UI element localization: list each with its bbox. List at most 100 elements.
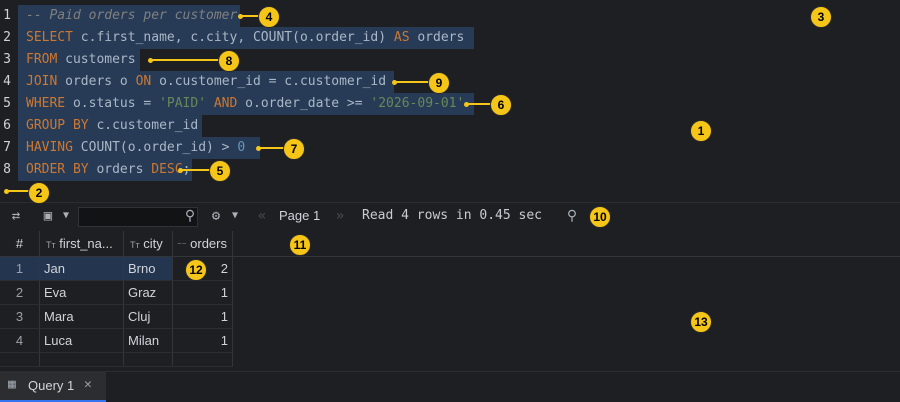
annotation-leader-line xyxy=(150,59,228,61)
empty-cell xyxy=(124,353,173,367)
editor-line[interactable]: 7 HAVING COUNT(o.order_id) > 0 xyxy=(0,137,900,159)
line-number: 6 xyxy=(3,118,11,133)
annotation-badge: 11 xyxy=(289,234,311,256)
tab-label: Query 1 xyxy=(28,378,75,393)
code-text: -- Paid orders per customer xyxy=(26,5,237,27)
row-number[interactable]: 3 xyxy=(0,305,40,329)
empty-cell xyxy=(173,353,233,367)
code-token: '2026-09-01' xyxy=(370,96,465,111)
column-header-first-name[interactable]: Tт first_na... xyxy=(40,231,124,257)
row-number[interactable]: 2 xyxy=(0,281,40,305)
code-token: orders o xyxy=(65,74,136,89)
code-token: AS xyxy=(393,30,418,45)
code-text: FROM customers xyxy=(26,49,136,71)
sql-editor[interactable]: 1 -- Paid orders per customer 2 SELECT c.fi… xyxy=(0,0,900,200)
chevron-down-icon[interactable]: ▼ xyxy=(225,206,245,226)
code-token: ON xyxy=(135,74,160,89)
annotation-badge: 4 xyxy=(258,6,280,28)
cell-orders[interactable]: 1 xyxy=(173,329,233,353)
result-toolbar: ⇄ ▣ ▼ ⚲ ⚙ ▼ « Page 1 » Read 4 rows in 0.… xyxy=(0,202,900,229)
column-header-orders[interactable]: ⁻⁻ orders xyxy=(173,231,233,257)
column-label: first_na... xyxy=(59,236,113,251)
code-token: -- Paid orders per customer xyxy=(26,8,238,23)
code-token: ORDER BY xyxy=(26,162,97,177)
code-text: GROUP BY c.customer_id xyxy=(26,115,198,137)
editor-line[interactable]: 2 SELECT c.first_name, c.city, COUNT(o.or… xyxy=(0,27,900,49)
cell-city[interactable]: Milan xyxy=(124,329,173,353)
code-token: WHERE xyxy=(26,96,73,111)
editor-line[interactable]: 4 JOIN orders o ON o.customer_id = c.cust… xyxy=(0,71,900,93)
line-number: 4 xyxy=(3,74,11,89)
row-number[interactable]: 4 xyxy=(0,329,40,353)
line-number: 8 xyxy=(3,162,11,177)
annotation-badge: 9 xyxy=(428,72,450,94)
page-label: Page 1 xyxy=(279,208,321,223)
code-token: c.first_name, c.city, COUNT(o.order_id) xyxy=(80,30,394,45)
editor-line[interactable]: 5 WHERE o.status = 'PAID' AND o.order_dat… xyxy=(0,93,900,115)
code-token: c.customer_id xyxy=(96,118,199,133)
code-token: orders xyxy=(417,30,465,45)
number-type-icon: ⁻⁻ xyxy=(177,240,187,250)
code-token: GROUP BY xyxy=(26,118,97,133)
editor-line[interactable]: 3 FROM customers xyxy=(0,49,900,71)
row-number[interactable]: 1 xyxy=(0,257,40,281)
annotation-badge: 5 xyxy=(209,160,231,182)
code-token: 'PAID' xyxy=(159,96,214,111)
result-grid: # Tт first_na... Tт city ⁻⁻ orders 1 Jan B… xyxy=(0,231,900,371)
tab-query-1[interactable]: ▦ Query 1 ✕ xyxy=(0,372,106,402)
chevron-down-icon[interactable]: ▼ xyxy=(56,206,76,226)
annotation-badge: 12 xyxy=(185,259,207,281)
column-header-city[interactable]: Tт city xyxy=(124,231,173,257)
line-number: 7 xyxy=(3,140,11,155)
cell-first-name[interactable]: Luca xyxy=(40,329,124,353)
cell-orders[interactable]: 1 xyxy=(173,281,233,305)
code-token: AND xyxy=(213,96,246,111)
code-token: o.customer_id = c.customer_id xyxy=(159,74,387,89)
next-page-icon[interactable]: » xyxy=(330,206,350,226)
cell-city[interactable]: Graz xyxy=(124,281,173,305)
annotation-badge: 3 xyxy=(810,6,832,28)
code-token: COUNT(o.order_id) > xyxy=(80,140,238,155)
search-icon[interactable]: ⚲ xyxy=(180,206,200,226)
annotation-badge: 2 xyxy=(28,182,50,204)
code-token: SELECT xyxy=(26,30,81,45)
editor-line[interactable]: 8 ORDER BY orders DESC; xyxy=(0,159,900,181)
line-number: 3 xyxy=(3,52,11,67)
cell-city[interactable]: Cluj xyxy=(124,305,173,329)
save-icon[interactable]: ▣ xyxy=(38,206,58,226)
close-icon[interactable]: ✕ xyxy=(84,377,92,392)
empty-cell xyxy=(0,353,40,367)
annotation-badge: 6 xyxy=(490,94,512,116)
line-number: 2 xyxy=(3,30,11,45)
grid-icon: ▦ xyxy=(8,377,16,392)
annotation-badge: 13 xyxy=(690,311,712,333)
gear-icon[interactable]: ⚙ xyxy=(206,206,226,226)
editor-line[interactable]: 1 -- Paid orders per customer xyxy=(0,5,900,27)
text-type-icon: Tт xyxy=(46,240,56,250)
search-icon[interactable]: ⚲ xyxy=(562,206,582,226)
annotation-badge: 8 xyxy=(218,50,240,72)
code-token: o.order_date >= xyxy=(245,96,371,111)
cell-city[interactable]: Brno xyxy=(124,257,173,281)
cell-orders[interactable]: 1 xyxy=(173,305,233,329)
column-label: orders xyxy=(190,236,227,251)
line-number: 5 xyxy=(3,96,11,111)
text-type-icon: Tт xyxy=(130,240,140,250)
editor-line[interactable]: 6 GROUP BY c.customer_id xyxy=(0,115,900,137)
column-label: city xyxy=(143,236,163,251)
code-text: SELECT c.first_name, c.city, COUNT(o.ord… xyxy=(26,27,464,49)
code-token: 0 xyxy=(237,140,246,155)
code-token: FROM xyxy=(26,52,66,67)
status-text: Read 4 rows in 0.45 sec xyxy=(362,208,543,223)
rownum-header: # xyxy=(0,231,40,257)
code-token: orders xyxy=(96,162,152,177)
annotation-badge: 10 xyxy=(589,206,611,228)
transpose-icon[interactable]: ⇄ xyxy=(6,206,26,226)
cell-first-name[interactable]: Eva xyxy=(40,281,124,305)
annotation-badge: 1 xyxy=(690,120,712,142)
first-page-icon[interactable]: « xyxy=(252,206,272,226)
cell-first-name[interactable]: Jan xyxy=(40,257,124,281)
empty-cell xyxy=(40,353,124,367)
code-text: HAVING COUNT(o.order_id) > 0 xyxy=(26,137,245,159)
cell-first-name[interactable]: Mara xyxy=(40,305,124,329)
